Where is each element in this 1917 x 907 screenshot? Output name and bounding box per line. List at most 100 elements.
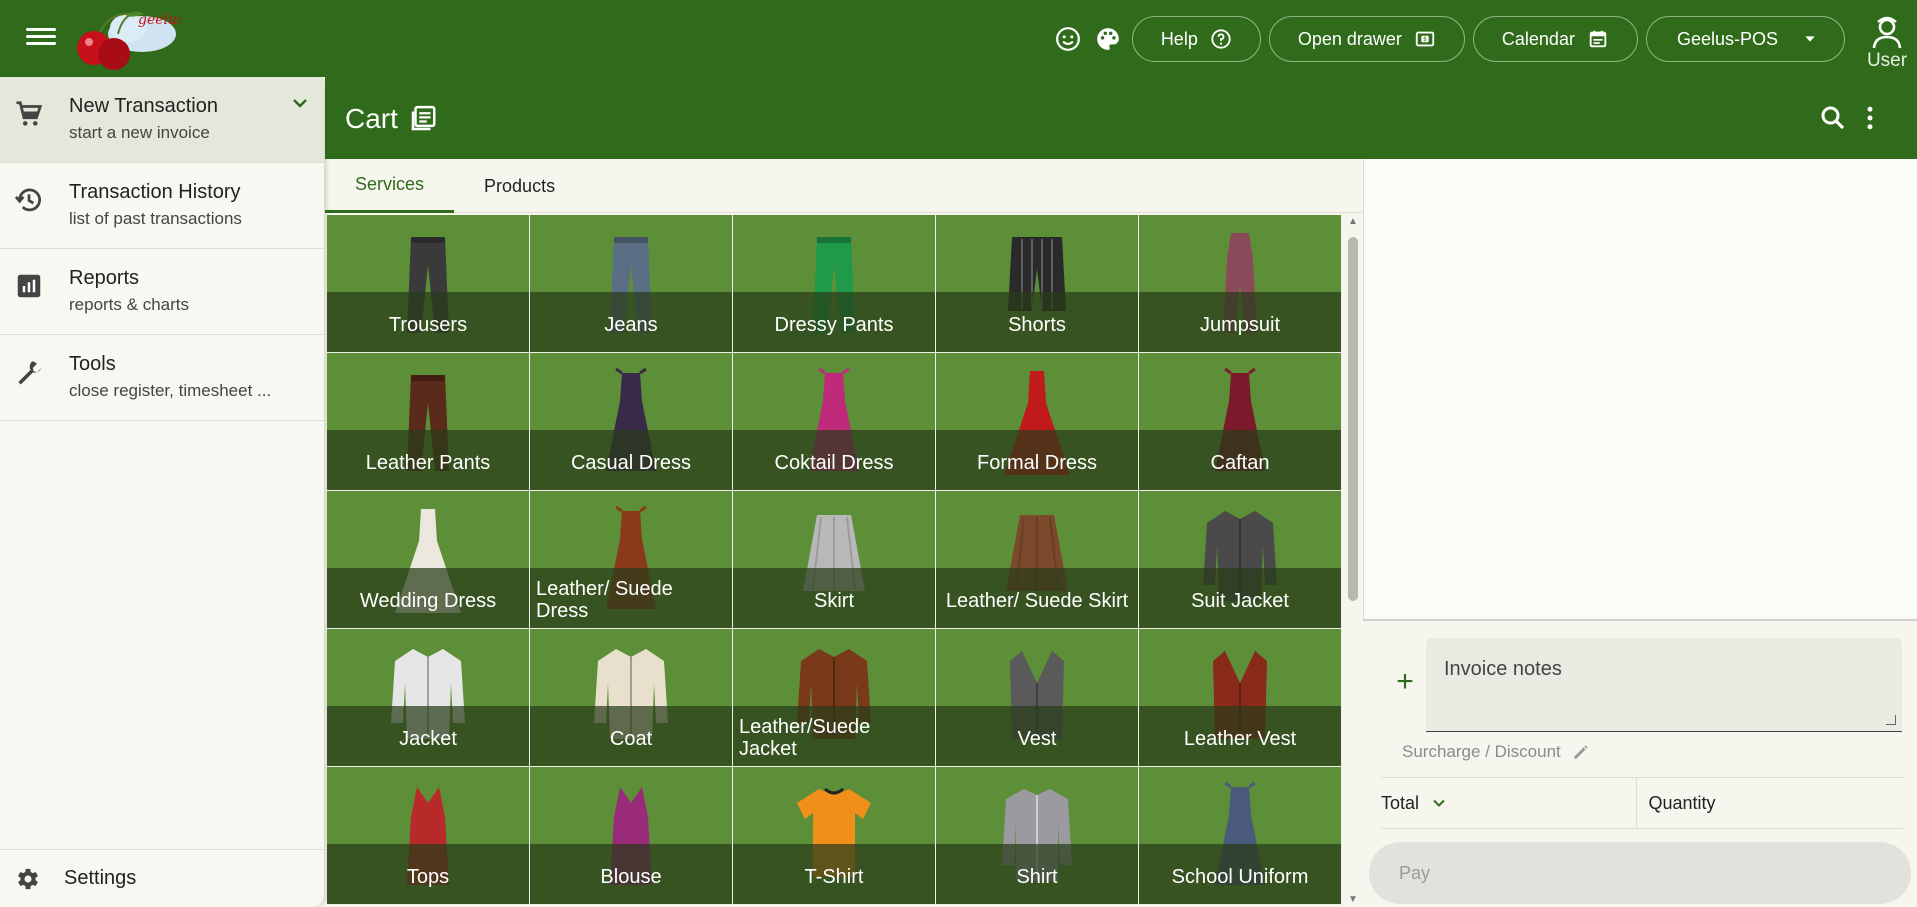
service-tile[interactable]: Leather Pants [327, 353, 530, 491]
total-column[interactable]: Total [1381, 778, 1636, 828]
navigation-drawer: New Transaction start a new invoice Tran… [0, 77, 325, 907]
service-tile[interactable]: Coktail Dress [733, 353, 936, 491]
history-icon [14, 188, 41, 212]
tile-label: Shirt [1016, 866, 1058, 888]
page-title: Cart [345, 103, 438, 135]
surcharge-discount-field[interactable]: Surcharge / Discount [1402, 742, 1591, 762]
tile-label: Blouse [600, 866, 662, 888]
grid-scrollbar[interactable]: ▲ ▼ [1345, 215, 1361, 907]
pencil-icon [1574, 745, 1588, 759]
sidebar-item-subtitle: start a new invoice [69, 123, 210, 142]
cart-title-text: Cart [345, 103, 398, 134]
service-tile[interactable]: Leather Vest [1139, 629, 1342, 767]
tile-label: Wedding Dress [359, 590, 497, 612]
tile-label: Caftan [1210, 452, 1270, 474]
service-tile[interactable]: Jumpsuit [1139, 215, 1342, 353]
service-tile[interactable]: Shorts [936, 215, 1139, 353]
service-tile[interactable]: Vest [936, 629, 1139, 767]
tile-label: Jumpsuit [1199, 314, 1281, 336]
service-tile[interactable]: Leather/ Suede Dress [530, 491, 733, 629]
tile-label: Coktail Dress [774, 452, 894, 474]
service-tile[interactable]: Blouse [530, 767, 733, 905]
service-tile[interactable]: School Uniform [1139, 767, 1342, 905]
help-button-label: Help [1160, 28, 1198, 49]
sidebar-item-reports[interactable]: Reports reports & charts [0, 249, 324, 335]
app-logo: geelus [70, 4, 184, 74]
service-tile[interactable]: Shirt [936, 767, 1139, 905]
svg-text:geelus: geelus [138, 12, 180, 28]
sidebar-item-settings[interactable]: Settings [0, 849, 325, 907]
sidebar-item-title: Tools [69, 353, 116, 375]
settings-label: Settings [64, 867, 137, 889]
tile-label: Skirt [814, 590, 854, 612]
tile-label: Casual Dress [570, 452, 692, 474]
surcharge-label: Surcharge / Discount [1402, 742, 1561, 761]
total-label: Total [1381, 792, 1420, 813]
tile-label: Suit Jacket [1191, 590, 1289, 612]
service-tile[interactable]: Coat [530, 629, 733, 767]
help-icon [1211, 29, 1231, 49]
tile-label: T-Shirt [804, 866, 864, 888]
shopping-cart-icon [16, 101, 43, 126]
service-tile[interactable]: Dressy Pants [733, 215, 936, 353]
svg-text:$: $ [1423, 36, 1427, 43]
tab-services[interactable]: Services [325, 159, 455, 213]
user-menu[interactable]: User [1861, 16, 1913, 72]
palette-icon[interactable] [1092, 23, 1124, 55]
tile-label: Shorts [1008, 314, 1066, 336]
service-tile[interactable]: Suit Jacket [1139, 491, 1342, 629]
smiley-icon[interactable] [1052, 23, 1084, 55]
sidebar-item-title: Reports [69, 267, 140, 289]
bar-chart-icon [17, 274, 41, 298]
calendar-button[interactable]: Calendar [1472, 16, 1638, 62]
service-tile[interactable]: T-Shirt [733, 767, 936, 905]
service-tile[interactable]: Trousers [327, 215, 530, 353]
service-tile[interactable]: Caftan [1139, 353, 1342, 491]
chevron-down-icon[interactable] [288, 91, 312, 115]
tile-label: Vest [1017, 728, 1057, 750]
tile-label: Leather/ Suede Skirt [945, 590, 1129, 612]
help-button[interactable]: Help [1131, 16, 1261, 62]
scroll-up-icon[interactable]: ▲ [1348, 217, 1358, 227]
receipt-list-icon[interactable] [408, 104, 438, 134]
store-selector-label: Geelus-POS [1676, 28, 1778, 49]
tile-label: Trousers [388, 314, 468, 336]
sidebar-item-title: New Transaction [69, 95, 218, 117]
tab-products[interactable]: Products [454, 159, 585, 213]
service-tile[interactable]: Jeans [530, 215, 733, 353]
more-vert-icon[interactable] [1855, 103, 1885, 133]
open-drawer-button[interactable]: Open drawer $ [1268, 16, 1465, 62]
store-selector[interactable]: Geelus-POS [1645, 16, 1845, 62]
resize-handle-icon[interactable] [1886, 715, 1896, 725]
tile-label: School Uniform [1171, 866, 1309, 888]
pay-button[interactable]: Pay [1369, 842, 1911, 904]
service-tile[interactable]: Tops [327, 767, 530, 905]
service-tile[interactable]: Leather/ Suede Skirt [936, 491, 1139, 629]
scrollbar-thumb[interactable] [1348, 237, 1358, 601]
cart-header: Cart [325, 77, 1917, 159]
service-tile[interactable]: Formal Dress [936, 353, 1139, 491]
service-tile[interactable]: Casual Dress [530, 353, 733, 491]
service-tile[interactable]: Skirt [733, 491, 936, 629]
service-tile[interactable]: Wedding Dress [327, 491, 530, 629]
tile-label: Leather/Suede Jacket [739, 716, 871, 760]
calendar-icon [1589, 30, 1607, 48]
quantity-column: Quantity [1635, 778, 1904, 828]
sidebar-item-tools[interactable]: Tools close register, timesheet ... [0, 335, 324, 421]
quantity-label: Quantity [1648, 792, 1716, 813]
scroll-down-icon[interactable]: ▼ [1348, 895, 1358, 905]
user-label: User [1866, 50, 1908, 71]
invoice-notes-field[interactable]: Invoice notes [1426, 638, 1902, 732]
sidebar-item-transaction-history[interactable]: Transaction History list of past transac… [0, 163, 324, 249]
hamburger-menu-icon[interactable] [26, 24, 56, 52]
pay-label: Pay [1399, 862, 1431, 883]
sidebar-item-new-transaction[interactable]: New Transaction start a new invoice [0, 77, 324, 163]
add-note-icon[interactable]: + [1391, 667, 1419, 697]
service-tile[interactable]: Leather/Suede Jacket [733, 629, 936, 767]
search-icon[interactable] [1818, 103, 1848, 133]
tile-label: Jeans [604, 314, 658, 336]
service-tile[interactable]: Jacket [327, 629, 530, 767]
wrench-icon [18, 361, 42, 385]
service-grid: Trousers Jeans Dressy Pants Shorts Jumpsuit L… [327, 215, 1343, 907]
dropdown-arrow-icon [1805, 36, 1815, 42]
